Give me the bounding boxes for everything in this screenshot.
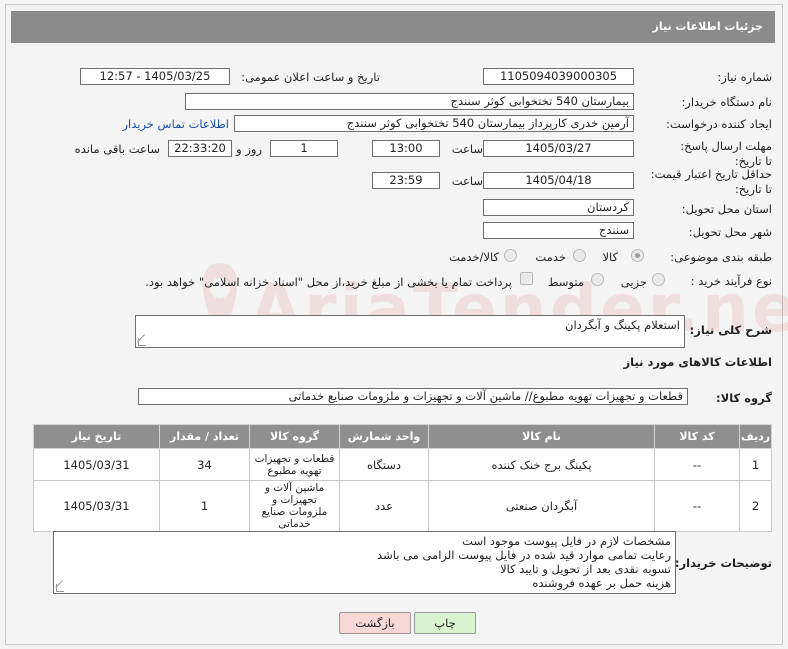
description-textarea[interactable]: استعلام پکینگ و آبگردان: [135, 315, 685, 348]
city-label: شهر محل تحویل:: [688, 225, 772, 239]
category-option-service: خدمت: [535, 250, 566, 264]
need-number-field[interactable]: 1105094039000305: [483, 68, 634, 85]
validity-label: حداقل تاریخ اعتبار قیمت: تا تاریخ:: [650, 167, 772, 196]
cell-qty: 1: [159, 480, 250, 532]
buyer-notes-label: توضیحات خریدار:: [674, 556, 772, 570]
category-radio-goods-service[interactable]: [504, 249, 517, 262]
buyer-org-field[interactable]: بیمارستان 540 تختخوابی کوثر سنندج: [185, 93, 634, 110]
cell-row: 2: [739, 480, 772, 532]
province-field[interactable]: کردستان: [483, 199, 634, 216]
province-label: استان محل تحویل:: [681, 202, 772, 216]
requester-label: ایجاد کننده درخواست:: [666, 117, 772, 131]
buyer-note-line: تسویه نقدی بعد از تحویل و تایید کالا: [500, 562, 671, 576]
purchase-radio-medium[interactable]: [591, 273, 604, 286]
cell-qty: 34: [159, 448, 250, 481]
cell-name: پکینگ برج خنک کننده: [428, 448, 655, 481]
purchase-option-medium: متوسط: [547, 275, 584, 289]
cell-code: --: [654, 480, 740, 532]
col-group: گروه کالا: [249, 424, 340, 449]
buyer-note-line: رعایت تمامی موارد قید شده در فایل پیوست …: [377, 548, 671, 562]
contact-info-link[interactable]: اطلاعات تماس خریدار: [122, 117, 229, 131]
category-option-goods-service: کالا/خدمت: [448, 250, 499, 264]
deadline-days-field[interactable]: 1: [270, 140, 338, 157]
cell-code: --: [654, 448, 740, 481]
buyer-note-line: هزینه حمل بر عهده فروشنده: [532, 576, 671, 590]
treasury-payment-checkbox[interactable]: [520, 272, 533, 285]
print-button[interactable]: چاپ: [414, 612, 476, 634]
back-button[interactable]: بازگشت: [339, 612, 411, 634]
deadline-time-label: ساعت: [451, 142, 483, 156]
city-field[interactable]: سنندج: [483, 222, 634, 239]
goods-group-field[interactable]: قطعات و تجهیزات تهویه مطبوع// ماشین آلات…: [138, 388, 688, 405]
purchase-radio-minor[interactable]: [652, 273, 665, 286]
validity-date-field[interactable]: 1405/04/18: [483, 172, 634, 189]
deadline-date-field[interactable]: 1405/03/27: [483, 140, 634, 157]
cell-name: آبگردان صنعتی: [428, 480, 655, 532]
validity-time-field[interactable]: 23:59: [372, 172, 440, 189]
purchase-type-label: نوع فرآیند خرید :: [690, 274, 772, 288]
page-title: جزئیات اطلاعات نیاز: [11, 11, 775, 43]
cell-date: 1405/03/31: [33, 480, 160, 532]
need-number-label: شماره نیاز:: [717, 70, 772, 84]
announce-datetime-label: تاریخ و ساعت اعلان عمومی:: [241, 70, 380, 84]
cell-group: قطعات و تجهیزات تهویه مطبوع: [249, 448, 340, 481]
col-qty: تعداد / مقدار: [159, 424, 250, 449]
table-row[interactable]: 1 -- پکینگ برج خنک کننده دستگاه قطعات و …: [33, 448, 772, 481]
goods-info-heading: اطلاعات کالاهای مورد نیاز: [623, 355, 772, 369]
goods-group-label: گروه کالا:: [716, 391, 772, 405]
buyer-note-line: مشخصات لازم در فایل پیوست موجود است: [462, 534, 671, 548]
col-unit: واحد شمارش: [339, 424, 429, 449]
cell-group: ماشین آلات و تجهیزات و ملزومات صنایع خدم…: [249, 480, 340, 532]
requester-field[interactable]: آرمین خدری کارپرداز بیمارستان 540 تختخوا…: [234, 115, 634, 132]
announce-datetime-field[interactable]: 1405/03/25 - 12:57: [80, 68, 230, 85]
cell-row: 1: [739, 448, 772, 481]
description-label: شرح کلی نیاز:: [689, 323, 772, 337]
resize-handle-icon[interactable]: [138, 338, 146, 346]
day-and-label: روز و: [236, 142, 262, 156]
col-name: نام کالا: [428, 424, 655, 449]
col-date: تاریخ نیاز: [33, 424, 160, 449]
buyer-notes-textarea[interactable]: مشخصات لازم در فایل پیوست موجود است رعای…: [53, 531, 676, 594]
deadline-time-field[interactable]: 13:00: [372, 140, 440, 157]
treasury-payment-note: پرداخت تمام یا بخشی از مبلغ خرید،از محل …: [145, 275, 512, 289]
table-row[interactable]: 2 -- آبگردان صنعتی عدد ماشین آلات و تجهی…: [33, 480, 772, 532]
cell-unit: دستگاه: [339, 448, 429, 481]
category-option-goods: کالا: [602, 250, 618, 264]
cell-unit: عدد: [339, 480, 429, 532]
col-code: کد کالا: [654, 424, 740, 449]
validity-time-label: ساعت: [451, 174, 483, 188]
buyer-org-label: نام دستگاه خریدار:: [681, 95, 772, 109]
description-text: استعلام پکینگ و آبگردان: [565, 318, 680, 332]
category-label: طبقه بندی موضوعی:: [670, 250, 772, 264]
remaining-label: ساعت باقی مانده: [74, 142, 160, 156]
cell-date: 1405/03/31: [33, 448, 160, 481]
table-header-row: ردیف کد کالا نام کالا واحد شمارش گروه کا…: [33, 424, 772, 449]
deadline-label: مهلت ارسال پاسخ: تا تاریخ:: [680, 139, 772, 168]
items-table: ردیف کد کالا نام کالا واحد شمارش گروه کا…: [33, 424, 772, 532]
category-radio-service[interactable]: [573, 249, 586, 262]
resize-handle-icon[interactable]: [56, 584, 64, 592]
col-row: ردیف: [739, 424, 772, 449]
purchase-option-minor: جزیی: [620, 275, 647, 289]
category-radio-goods[interactable]: [631, 249, 644, 262]
remaining-time-field[interactable]: 22:33:20: [168, 140, 232, 157]
